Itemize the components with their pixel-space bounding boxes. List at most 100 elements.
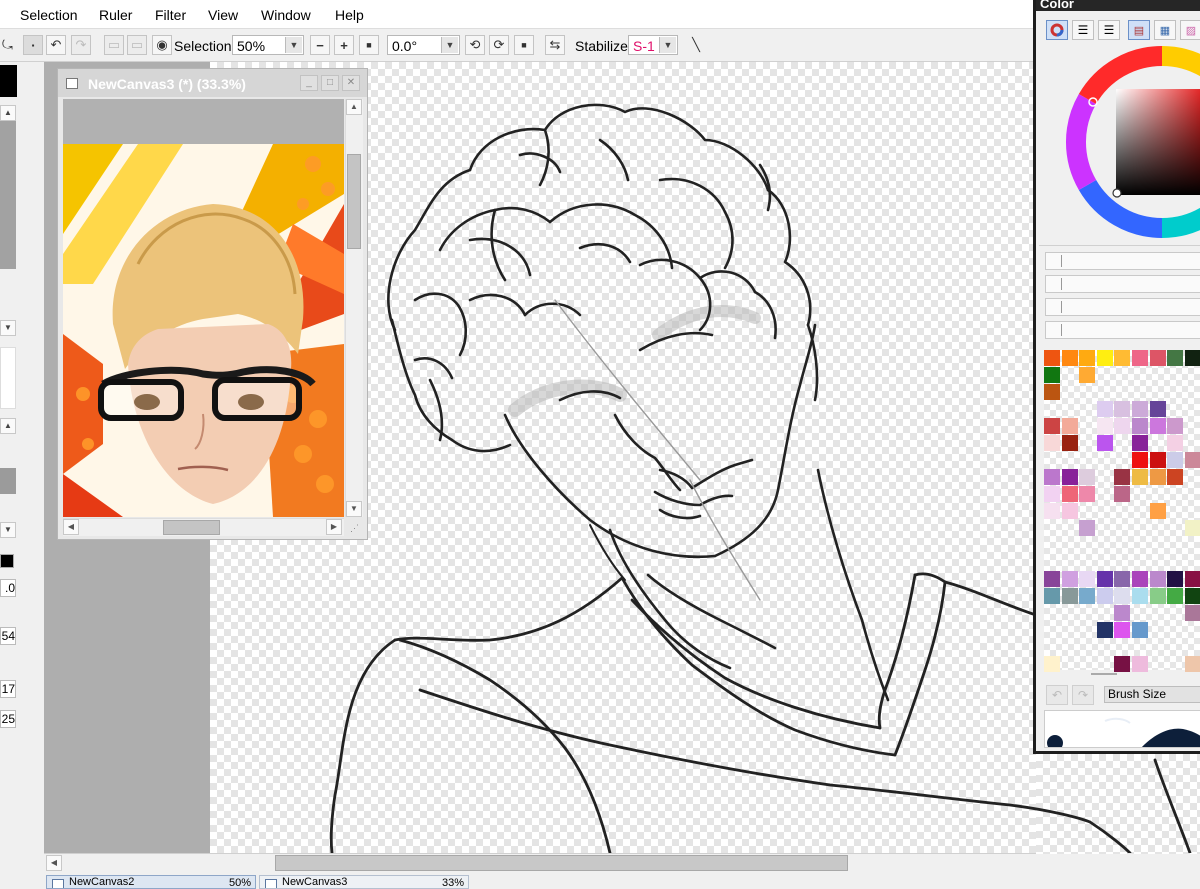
- color-swatch[interactable]: [1062, 469, 1078, 485]
- color-swatch[interactable]: [1097, 418, 1113, 434]
- redo-palette-button[interactable]: ↷: [1072, 685, 1094, 705]
- maximize-button[interactable]: □: [321, 75, 339, 91]
- color-swatch[interactable]: [1185, 605, 1200, 621]
- color-wheel-tab[interactable]: [1046, 20, 1068, 40]
- color-swatch[interactable]: [1114, 401, 1130, 417]
- color-swatch[interactable]: [1167, 418, 1183, 434]
- hue-ring-picker[interactable]: [1064, 45, 1200, 240]
- color-swatch[interactable]: [1167, 588, 1183, 604]
- color-swatch[interactable]: [1044, 350, 1060, 366]
- color-swatch[interactable]: [1044, 588, 1060, 604]
- scroll-right-arrow[interactable]: ▶: [326, 519, 342, 535]
- color-slider-4[interactable]: [1045, 321, 1200, 339]
- color-panel-title-bar[interactable]: Color: [1036, 0, 1200, 11]
- color-swatch[interactable]: [1114, 605, 1130, 621]
- scroll-left-arrow[interactable]: ◀: [46, 855, 62, 871]
- color-swatch[interactable]: [1132, 622, 1148, 638]
- scroll-thumb[interactable]: [163, 520, 220, 535]
- color-swatch[interactable]: [1185, 452, 1200, 468]
- color-swatch[interactable]: [1114, 469, 1130, 485]
- color-swatch[interactable]: [1114, 418, 1130, 434]
- color-swatch[interactable]: [1150, 350, 1166, 366]
- color-swatch[interactable]: [1132, 452, 1148, 468]
- color-swatch[interactable]: [1079, 469, 1095, 485]
- color-swatch[interactable]: [1044, 384, 1060, 400]
- minimize-button[interactable]: _: [300, 75, 318, 91]
- color-swatch[interactable]: [1114, 350, 1130, 366]
- color-swatch[interactable]: [1097, 435, 1113, 451]
- color-swatch[interactable]: [1062, 571, 1078, 587]
- resize-grip-icon[interactable]: ⋰: [350, 523, 359, 534]
- color-swatch[interactable]: [1044, 656, 1060, 672]
- hsv-sliders-tab[interactable]: ☰: [1098, 20, 1120, 40]
- color-swatch[interactable]: [1062, 588, 1078, 604]
- color-swatch[interactable]: [1132, 571, 1148, 587]
- color-swatch[interactable]: [1079, 571, 1095, 587]
- color-swatch[interactable]: [1062, 435, 1078, 451]
- color-swatch[interactable]: [1150, 452, 1166, 468]
- reference-canvas-window[interactable]: NewCanvas3 (*) (33.3%) _ □ ✕ ▲ ▼ ◀ ▶ ⋰: [57, 68, 368, 540]
- color-swatch[interactable]: [1044, 486, 1060, 502]
- color-swatch[interactable]: [1185, 588, 1200, 604]
- panel-splitter[interactable]: [1091, 673, 1117, 675]
- tab-newcanvas3[interactable]: NewCanvas3 33%: [259, 875, 469, 889]
- color-swatch[interactable]: [1097, 571, 1113, 587]
- color-swatch[interactable]: [1167, 452, 1183, 468]
- color-swatch[interactable]: [1132, 401, 1148, 417]
- color-swatch[interactable]: [1132, 656, 1148, 672]
- color-swatch[interactable]: [1044, 571, 1060, 587]
- color-swatch[interactable]: [1167, 435, 1183, 451]
- window-title-bar[interactable]: NewCanvas3 (*) (33.3%) _ □ ✕: [58, 69, 367, 97]
- color-swatch[interactable]: [1044, 367, 1060, 383]
- color-swatch[interactable]: [1044, 503, 1060, 519]
- color-swatch[interactable]: [1114, 656, 1130, 672]
- color-swatch[interactable]: [1150, 503, 1166, 519]
- color-swatch[interactable]: [1079, 486, 1095, 502]
- color-swatch[interactable]: [1167, 350, 1183, 366]
- color-swatch[interactable]: [1079, 350, 1095, 366]
- color-swatch[interactable]: [1079, 588, 1095, 604]
- color-swatch[interactable]: [1114, 622, 1130, 638]
- rgb-sliders-tab[interactable]: ☰: [1072, 20, 1094, 40]
- color-swatch[interactable]: [1167, 571, 1183, 587]
- color-swatch[interactable]: [1132, 435, 1148, 451]
- color-swatch[interactable]: [1097, 622, 1113, 638]
- color-swatch[interactable]: [1132, 588, 1148, 604]
- color-swatch[interactable]: [1150, 571, 1166, 587]
- color-swatch[interactable]: [1097, 401, 1113, 417]
- color-swatch[interactable]: [1150, 418, 1166, 434]
- color-swatch[interactable]: [1185, 656, 1200, 672]
- close-button[interactable]: ✕: [342, 75, 360, 91]
- color-slider-2[interactable]: [1045, 275, 1200, 293]
- color-swatch[interactable]: [1114, 588, 1130, 604]
- color-swatch[interactable]: [1062, 418, 1078, 434]
- brush-size-preview[interactable]: [1044, 710, 1200, 748]
- color-swatch[interactable]: [1062, 486, 1078, 502]
- reference-artwork[interactable]: [63, 144, 344, 517]
- scroll-left-arrow[interactable]: ◀: [63, 519, 79, 535]
- color-swatch[interactable]: [1185, 520, 1200, 536]
- scroll-up-arrow[interactable]: ▲: [346, 99, 362, 115]
- scratch-pad-tab[interactable]: ▨: [1180, 20, 1200, 40]
- color-slider-1[interactable]: [1045, 252, 1200, 270]
- color-slider-3[interactable]: [1045, 298, 1200, 316]
- color-swatch[interactable]: [1114, 486, 1130, 502]
- swatch-grid-tab[interactable]: ▦: [1154, 20, 1176, 40]
- color-swatch[interactable]: [1185, 350, 1200, 366]
- color-swatch[interactable]: [1150, 401, 1166, 417]
- nav-vertical-scrollbar[interactable]: ▲ ▼: [345, 99, 363, 517]
- color-swatch[interactable]: [1150, 588, 1166, 604]
- palette-list-tab[interactable]: ▤: [1128, 20, 1150, 40]
- nav-horizontal-scrollbar[interactable]: ◀ ▶: [63, 518, 344, 536]
- color-swatch[interactable]: [1167, 469, 1183, 485]
- color-swatch[interactable]: [1097, 588, 1113, 604]
- color-swatch[interactable]: [1132, 418, 1148, 434]
- color-swatch[interactable]: [1044, 435, 1060, 451]
- canvas-horizontal-scrollbar[interactable]: ◀: [44, 853, 1036, 872]
- color-swatch[interactable]: [1079, 367, 1095, 383]
- color-swatch[interactable]: [1150, 469, 1166, 485]
- color-swatch[interactable]: [1062, 350, 1078, 366]
- color-swatch[interactable]: [1132, 350, 1148, 366]
- color-swatch[interactable]: [1132, 469, 1148, 485]
- color-swatch[interactable]: [1185, 571, 1200, 587]
